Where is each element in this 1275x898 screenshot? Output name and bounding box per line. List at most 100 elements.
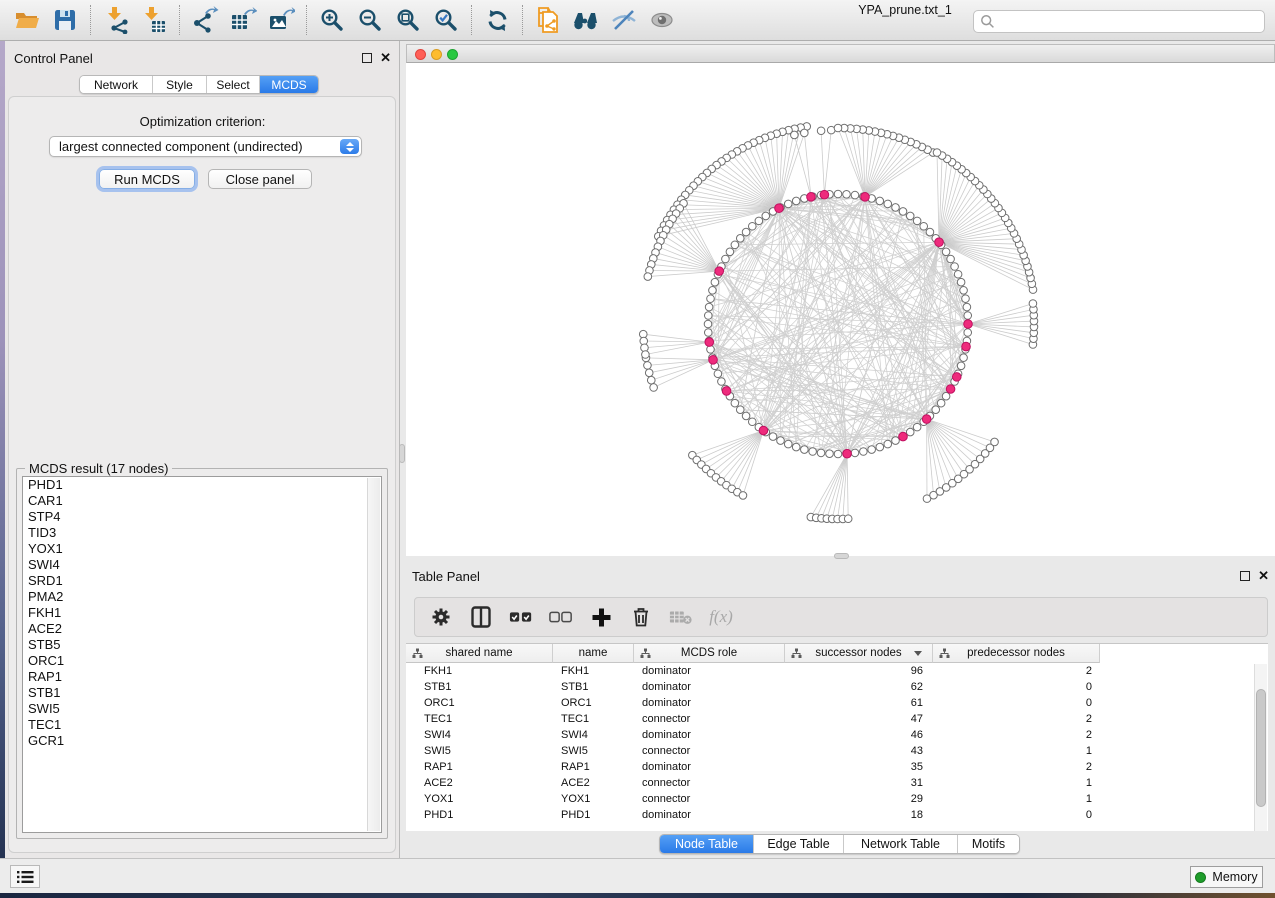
column-layout-icon[interactable] — [469, 606, 493, 628]
tab-node-table[interactable]: Node Table — [660, 835, 754, 853]
table-vertical-scrollbar[interactable] — [1254, 664, 1267, 831]
network-view[interactable] — [406, 63, 1275, 556]
network-node — [964, 329, 972, 337]
network-node — [957, 362, 965, 370]
network-node — [868, 446, 876, 454]
gear-icon[interactable] — [429, 607, 453, 627]
network-vertical-scrollbar[interactable] — [399, 444, 405, 463]
export-network-icon[interactable] — [186, 4, 224, 36]
run-mcds-button[interactable]: Run MCDS — [99, 169, 195, 189]
mcds-result-item[interactable]: STB5 — [23, 637, 381, 653]
memory-button[interactable]: Memory — [1190, 866, 1263, 888]
mcds-result-item[interactable]: ACE2 — [23, 621, 381, 637]
mcds-result-item[interactable]: TID3 — [23, 525, 381, 541]
minimize-window-icon[interactable] — [431, 49, 442, 60]
mcds-result-item[interactable]: SWI5 — [23, 701, 381, 717]
deselect-all-icon[interactable] — [549, 610, 573, 624]
column-header-MCDS-role[interactable]: MCDS role — [634, 644, 785, 663]
close-window-icon[interactable] — [415, 49, 426, 60]
open-file-icon[interactable] — [8, 4, 46, 36]
table-cell: SWI4 — [406, 727, 553, 743]
mcds-result-item[interactable]: PHD1 — [23, 477, 381, 493]
import-table-icon[interactable] — [135, 4, 173, 36]
column-header-predecessor-nodes[interactable]: predecessor nodes — [933, 644, 1100, 663]
export-image-icon[interactable] — [262, 4, 300, 36]
tab-network-table[interactable]: Network Table — [844, 835, 958, 853]
table-cell: STB1 — [553, 679, 634, 695]
table-cell: 61 — [785, 695, 933, 711]
table-row[interactable]: SWI5SWI5connector431 — [406, 743, 1252, 759]
column-header-successor-nodes[interactable]: successor nodes — [785, 644, 933, 663]
mcds-result-item[interactable]: SRD1 — [23, 573, 381, 589]
import-network-icon[interactable] — [97, 4, 135, 36]
close-panel-icon[interactable]: ✕ — [380, 53, 391, 63]
zoom-in-icon[interactable] — [313, 4, 351, 36]
close-table-panel-icon[interactable]: ✕ — [1258, 571, 1269, 581]
mcds-result-item[interactable]: SWI4 — [23, 557, 381, 573]
tab-select[interactable]: Select — [207, 76, 260, 93]
mcds-result-item[interactable]: TEC1 — [23, 717, 381, 733]
float-table-panel-icon[interactable] — [1240, 571, 1250, 581]
mcds-hub-node — [946, 385, 955, 394]
close-panel-button[interactable]: Close panel — [208, 169, 312, 189]
tab-network[interactable]: Network — [80, 76, 153, 93]
tab-motifs[interactable]: Motifs — [958, 835, 1019, 853]
mcds-result-item[interactable]: PMA2 — [23, 589, 381, 605]
table-row[interactable]: ORC1ORC1dominator610 — [406, 695, 1252, 711]
select-all-icon[interactable] — [509, 610, 533, 624]
table-row[interactable]: SWI4SWI4dominator462 — [406, 727, 1252, 743]
function-builder-icon: f(x) — [709, 607, 733, 627]
column-header-shared-name[interactable]: shared name — [406, 644, 553, 663]
mcds-result-item[interactable]: RAP1 — [23, 669, 381, 685]
delete-column-icon[interactable] — [629, 606, 653, 628]
mcds-list-scrollbar[interactable] — [367, 478, 380, 831]
mcds-result-item[interactable]: STP4 — [23, 509, 381, 525]
column-header-name[interactable]: name — [553, 644, 634, 663]
mcds-hub-node — [820, 190, 829, 199]
table-cell: 2 — [933, 727, 1100, 743]
mcds-result-item[interactable]: YOX1 — [23, 541, 381, 557]
network-node — [860, 448, 868, 456]
network-graph[interactable] — [406, 63, 1275, 556]
mcds-result-list[interactable]: PHD1CAR1STP4TID3YOX1SWI4SRD1PMA2FKH1ACE2… — [22, 476, 382, 833]
network-node — [791, 131, 799, 139]
sort-caret-icon[interactable] — [914, 651, 922, 656]
zoom-out-icon[interactable] — [351, 4, 389, 36]
table-row[interactable]: PHD1PHD1dominator180 — [406, 807, 1252, 823]
float-panel-icon[interactable] — [362, 53, 372, 63]
table-cell: SWI4 — [553, 727, 634, 743]
tab-edge-table[interactable]: Edge Table — [754, 835, 844, 853]
mcds-result-item[interactable]: FKH1 — [23, 605, 381, 621]
table-row[interactable]: STB1STB1dominator620 — [406, 679, 1252, 695]
network-horizontal-scrollbar[interactable] — [834, 553, 849, 559]
show-panels-button[interactable] — [10, 865, 40, 888]
mcds-result-item[interactable]: GCR1 — [23, 733, 381, 749]
table-row[interactable]: RAP1RAP1dominator352 — [406, 759, 1252, 775]
network-node — [709, 287, 717, 295]
table-row[interactable]: FKH1FKH1dominator962 — [406, 663, 1252, 679]
maximize-window-icon[interactable] — [447, 49, 458, 60]
network-node — [892, 437, 900, 445]
network-node — [722, 255, 730, 263]
save-session-icon[interactable] — [46, 4, 84, 36]
network-window-titlebar[interactable] — [406, 44, 1275, 63]
table-row[interactable]: ACE2ACE2connector311 — [406, 775, 1252, 791]
mcds-hub-node — [922, 415, 931, 424]
add-column-icon[interactable] — [589, 607, 613, 628]
tab-mcds[interactable]: MCDS — [260, 76, 318, 93]
table-cell: dominator — [634, 807, 785, 823]
mcds-result-item[interactable]: STB1 — [23, 685, 381, 701]
table-cell: ACE2 — [406, 775, 553, 791]
mcds-result-item[interactable]: ORC1 — [23, 653, 381, 669]
network-node — [932, 406, 940, 414]
zoom-fit-icon[interactable] — [389, 4, 427, 36]
table-row[interactable]: YOX1YOX1connector291 — [406, 791, 1252, 807]
table-cell: 29 — [785, 791, 933, 807]
export-table-icon[interactable] — [224, 4, 262, 36]
mcds-result-item[interactable]: CAR1 — [23, 493, 381, 509]
criterion-dropdown[interactable]: largest connected component (undirected) — [49, 136, 362, 157]
network-node — [736, 234, 744, 242]
table-scrollbar-thumb[interactable] — [1256, 689, 1266, 807]
tab-style[interactable]: Style — [153, 76, 207, 93]
table-row[interactable]: TEC1TEC1connector472 — [406, 711, 1252, 727]
